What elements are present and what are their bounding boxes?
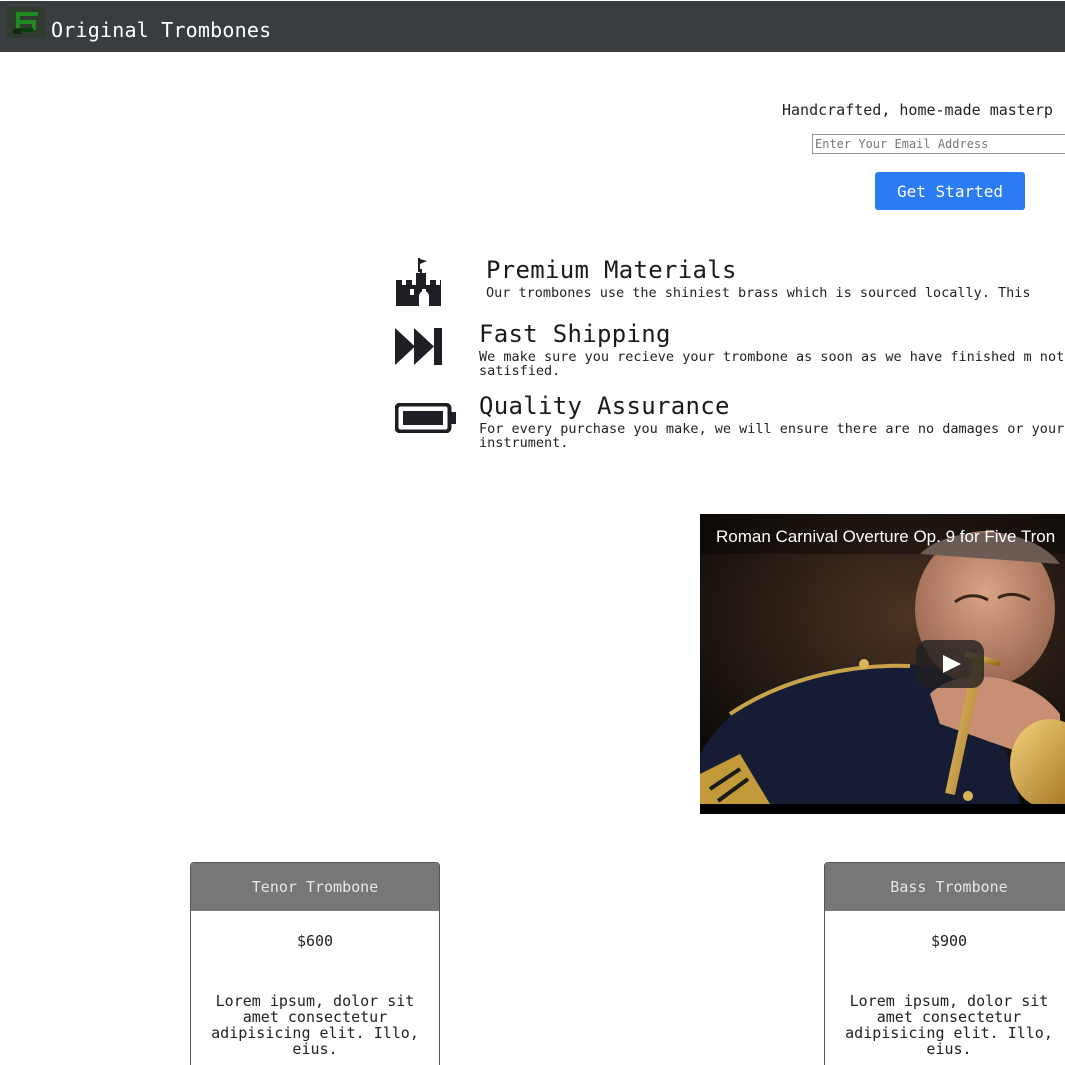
feature-description: Our trombones use the shiniest brass whi… — [486, 285, 1031, 301]
video-thumbnail — [700, 514, 1065, 814]
hero-tagline: Handcrafted, home-made masterp — [782, 101, 1053, 119]
feature-description: We make sure you recieve your trombone a… — [479, 349, 1065, 379]
pricing-card: Bass Trombone $900 Lorem ipsum, dolor si… — [824, 862, 1065, 1065]
video-title[interactable]: Roman Carnival Overture Op. 9 for Five T… — [716, 527, 1055, 547]
fast-forward-icon — [395, 328, 443, 369]
header: Original Trombones — [0, 1, 1065, 52]
feature-title: Quality Assurance — [479, 392, 730, 420]
card-description: Lorem ipsum, dolor sit amet consectetur … — [845, 992, 1053, 1058]
feature-description: For every purchase you make, we will ens… — [479, 421, 1065, 451]
card-price: $600 — [296, 932, 334, 950]
email-input[interactable] — [812, 134, 1065, 154]
battery-icon — [394, 402, 457, 437]
video-player[interactable]: Roman Carnival Overture Op. 9 for Five T… — [700, 514, 1065, 814]
pricing-card: Tenor Trombone $600 Lorem ipsum, dolor s… — [190, 862, 440, 1065]
card-title: Tenor Trombone — [191, 863, 439, 911]
trombone-logo-icon[interactable] — [7, 7, 45, 38]
page: Original Trombones Handcrafted, home-mad… — [0, 0, 1065, 1065]
brand-title[interactable]: Original Trombones — [51, 18, 271, 42]
feature-title: Premium Materials — [486, 256, 737, 284]
play-icon — [943, 655, 961, 673]
feature-title: Fast Shipping — [479, 320, 671, 348]
castle-icon — [395, 258, 446, 310]
card-title: Bass Trombone — [825, 863, 1065, 911]
card-price: $900 — [930, 932, 968, 950]
get-started-button[interactable]: Get Started — [875, 172, 1025, 210]
card-description: Lorem ipsum, dolor sit amet consectetur … — [211, 992, 419, 1058]
play-button[interactable] — [916, 640, 984, 688]
